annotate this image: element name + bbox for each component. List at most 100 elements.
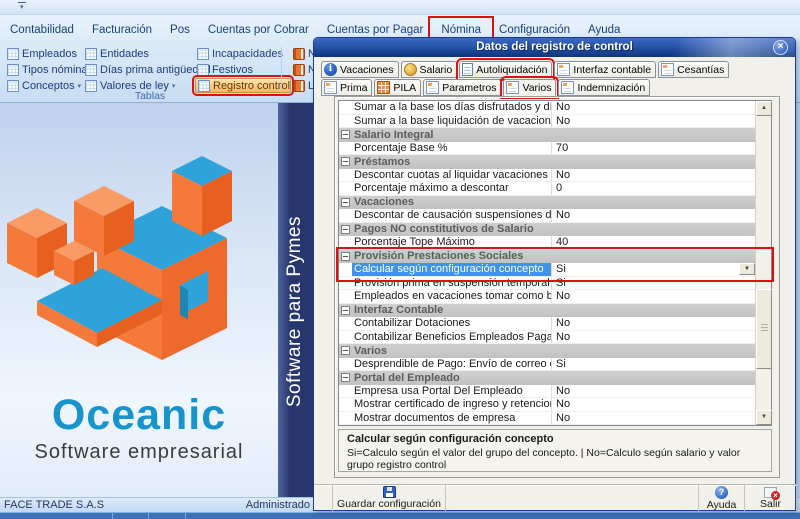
tab-varios[interactable]: Varios bbox=[503, 79, 556, 96]
grid-row-porcentaje-tope-maximo[interactable]: Porcentaje Tope Máximo40 bbox=[339, 236, 756, 250]
grid-row-descontar-de-causacion-suspensiones-de-c[interactable]: Descontar de causación suspensiones de c… bbox=[339, 209, 756, 223]
cell-value[interactable]: No bbox=[552, 412, 756, 425]
grid-group-pagos-no-constitutivos-de-salario[interactable]: Pagos NO constitutivos de Salario bbox=[339, 223, 756, 237]
collapse-icon[interactable] bbox=[341, 225, 350, 234]
menu-tab-cuentas-por-cobrar[interactable]: Cuentas por Cobrar bbox=[199, 20, 318, 40]
grid-row-mostrar-certificado-de-ingreso-y-retenci[interactable]: Mostrar certificado de ingreso y retenci… bbox=[339, 398, 756, 412]
cell-value[interactable]: No bbox=[552, 290, 756, 303]
grid-row-desprendible-de-pago-envio-de-correo-con[interactable]: Desprendible de Pago: Envío de correo co… bbox=[339, 358, 756, 372]
cell-name[interactable]: Provisión prima en suspensión temporal d… bbox=[352, 277, 552, 290]
collapse-icon[interactable] bbox=[341, 198, 350, 207]
grid-group-portal-del-empleado[interactable]: Portal del Empleado bbox=[339, 371, 756, 385]
cell-value[interactable]: Si bbox=[552, 263, 756, 276]
cell-value-text: No bbox=[556, 317, 570, 330]
scroll-up-icon[interactable] bbox=[756, 101, 772, 116]
cell-name[interactable]: Calcular según configuración concepto bbox=[352, 263, 552, 276]
grid-row-mostrar-documentos-de-empresa[interactable]: Mostrar documentos de empresaNo bbox=[339, 412, 756, 426]
grid-group-prestamos[interactable]: Préstamos bbox=[339, 155, 756, 169]
cell-value[interactable]: No bbox=[552, 385, 756, 398]
menu-tab-facturacion[interactable]: Facturación bbox=[83, 20, 161, 40]
collapse-icon[interactable] bbox=[341, 157, 350, 166]
grid-row-sumar-a-la-base-liquidacion-de-vacacione[interactable]: Sumar a la base liquidación de vacacione… bbox=[339, 115, 756, 129]
tab-cesantias[interactable]: Cesantías bbox=[658, 61, 729, 78]
tab-indemnizacion[interactable]: Indemnización bbox=[558, 79, 650, 96]
collapse-icon[interactable] bbox=[341, 373, 350, 382]
ribbon-item-dias-prima-antiguedad[interactable]: Días prima antigüedad bbox=[83, 62, 195, 77]
collapse-icon[interactable] bbox=[341, 306, 350, 315]
cell-value[interactable]: 0 bbox=[552, 182, 756, 195]
grid-row-contabilizar-beneficios-empleados-pagado[interactable]: Contabilizar Beneficios Empleados Pagado… bbox=[339, 331, 756, 345]
cell-name[interactable]: Mostrar documentos de empresa bbox=[352, 412, 552, 425]
cell-name[interactable]: Porcentaje Tope Máximo bbox=[352, 236, 552, 249]
grid-row-empleados-en-vacaciones-tomar-como-base-[interactable]: Empleados en vacaciones tomar como base … bbox=[339, 290, 756, 304]
grid-group-interfaz-contable[interactable]: Interfaz Contable bbox=[339, 304, 756, 318]
ribbon-item-entidades[interactable]: Entidades bbox=[83, 46, 195, 61]
cell-name[interactable]: Desprendible de Pago: Envío de correo co… bbox=[352, 358, 552, 371]
ribbon-item-incapacidades[interactable]: Incapacidades bbox=[195, 46, 291, 61]
cell-name[interactable]: Porcentaje máximo a descontar bbox=[352, 182, 552, 195]
cell-name[interactable]: Empresa usa Portal Del Empleado bbox=[352, 385, 552, 398]
cell-value-text: No bbox=[556, 385, 570, 398]
dialog-titlebar[interactable]: Datos del registro de control bbox=[314, 38, 795, 57]
collapse-icon[interactable] bbox=[341, 252, 350, 261]
cell-value[interactable]: Si bbox=[552, 277, 756, 290]
cell-name[interactable]: Contabilizar Beneficios Empleados Pagado… bbox=[352, 331, 552, 344]
row-gutter bbox=[339, 277, 352, 290]
grid-group-provision-prestaciones-sociales[interactable]: Provisión Prestaciones Sociales bbox=[339, 250, 756, 264]
grid-group-varios[interactable]: Varios bbox=[339, 344, 756, 358]
grid-group-salario-integral[interactable]: Salario Integral bbox=[339, 128, 756, 142]
grid-row-empresa-usa-portal-del-empleado[interactable]: Empresa usa Portal Del Empleado No bbox=[339, 385, 756, 399]
cell-name[interactable]: Mostrar certificado de ingreso y retenci… bbox=[352, 398, 552, 411]
tab-parametros[interactable]: Parametros bbox=[423, 79, 501, 96]
cell-value[interactable]: 40 bbox=[552, 236, 756, 249]
vertical-scrollbar[interactable] bbox=[755, 101, 771, 425]
cell-value[interactable]: No bbox=[552, 115, 756, 128]
menu-tab-contabilidad[interactable]: Contabilidad bbox=[1, 20, 83, 40]
grid-row-contabilizar-dotaciones[interactable]: Contabilizar Dotaciones No bbox=[339, 317, 756, 331]
cell-name[interactable]: Sumar a la base liquidación de vacacione… bbox=[352, 115, 552, 128]
cell-name[interactable]: Sumar a la base los días disfrutados y d… bbox=[352, 101, 552, 114]
cell-value[interactable]: No bbox=[552, 209, 756, 222]
close-icon[interactable] bbox=[773, 40, 788, 55]
ribbon-item-tipos-nomina[interactable]: Tipos nómina bbox=[5, 62, 83, 77]
cell-value[interactable]: No bbox=[552, 331, 756, 344]
help-button[interactable]: ? Ayuda bbox=[699, 485, 745, 511]
scroll-down-icon[interactable] bbox=[756, 410, 772, 425]
cell-name[interactable]: Porcentaje Base % bbox=[352, 142, 552, 155]
grid-row-calcular-segun-configuracion-concepto[interactable]: Calcular según configuración conceptoSi bbox=[339, 263, 756, 277]
grid-row-sumar-a-la-base-los-dias-disfrutados-y-d[interactable]: Sumar a la base los días disfrutados y d… bbox=[339, 101, 756, 115]
cell-value[interactable]: No bbox=[552, 101, 756, 114]
cell-value[interactable]: No bbox=[552, 169, 756, 182]
scrollbar-thumb[interactable] bbox=[756, 289, 772, 369]
tab-prima[interactable]: Prima bbox=[321, 79, 372, 96]
grid-row-descontar-cuotas-al-liquidar-vacaciones[interactable]: Descontar cuotas al liquidar vacacionesN… bbox=[339, 169, 756, 183]
collapse-icon[interactable] bbox=[341, 130, 350, 139]
cell-value[interactable]: Si bbox=[552, 358, 756, 371]
grid-row-provision-prima-en-suspension-temporal-d[interactable]: Provisión prima en suspensión temporal d… bbox=[339, 277, 756, 291]
exit-button[interactable]: Salir bbox=[745, 485, 797, 511]
cell-value[interactable]: 70 bbox=[552, 142, 756, 155]
property-grid-rows: Sumar a la base los días disfrutados y d… bbox=[339, 101, 756, 425]
tab-autoliquidacion[interactable]: Autoliquidación bbox=[459, 61, 552, 78]
cell-value[interactable]: No bbox=[552, 317, 756, 330]
ribbon-item-festivos[interactable]: Festivos bbox=[195, 62, 291, 77]
collapse-icon[interactable] bbox=[341, 346, 350, 355]
cell-name[interactable]: Descontar de causación suspensiones de c… bbox=[352, 209, 552, 222]
menu-tab-pos[interactable]: Pos bbox=[161, 20, 199, 40]
save-configuration-button[interactable]: Guardar configuración bbox=[332, 485, 446, 511]
tab-vacaciones[interactable]: Vacaciones bbox=[321, 61, 399, 78]
cell-value[interactable]: No bbox=[552, 398, 756, 411]
cell-name[interactable]: Empleados en vacaciones tomar como base … bbox=[352, 290, 552, 303]
grid-row-porcentaje-maximo-a-descontar[interactable]: Porcentaje máximo a descontar0 bbox=[339, 182, 756, 196]
tab-pila[interactable]: PILA bbox=[374, 79, 421, 96]
tab-salario[interactable]: Salario bbox=[401, 61, 458, 78]
ribbon-item-empleados[interactable]: Empleados bbox=[5, 46, 83, 61]
dropdown-button[interactable] bbox=[739, 263, 755, 275]
grid-row-porcentaje-base[interactable]: Porcentaje Base %70 bbox=[339, 142, 756, 156]
quick-access-customize-icon[interactable] bbox=[18, 2, 26, 12]
grid-group-vacaciones[interactable]: Vacaciones bbox=[339, 196, 756, 210]
dialog-tabs-row1: VacacionesSalarioAutoliquidaciónInterfaz… bbox=[321, 61, 729, 78]
cell-name[interactable]: Contabilizar Dotaciones bbox=[352, 317, 552, 330]
tab-interfaz-contable[interactable]: Interfaz contable bbox=[554, 61, 656, 78]
cell-name[interactable]: Descontar cuotas al liquidar vacaciones bbox=[352, 169, 552, 182]
